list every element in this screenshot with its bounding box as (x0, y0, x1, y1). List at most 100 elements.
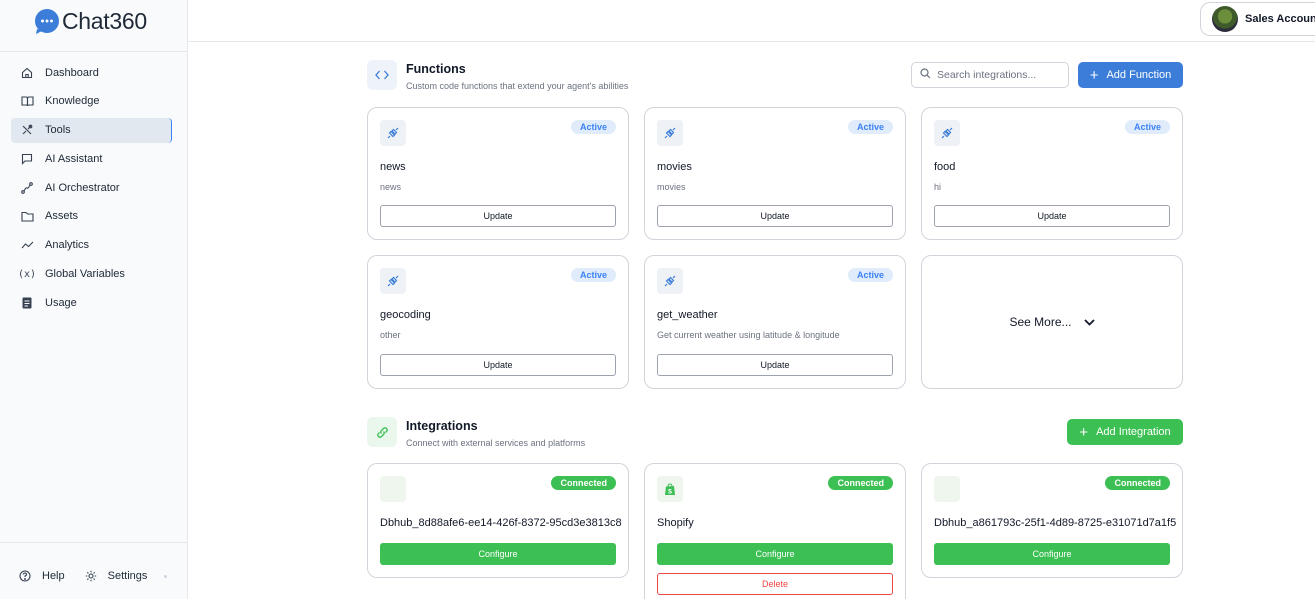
function-card-food: Active food hi Update (921, 107, 1183, 240)
sidebar-item-dashboard[interactable]: Dashboard (11, 60, 172, 85)
plus-icon: + (1079, 423, 1089, 441)
divider (0, 542, 187, 543)
chat-logo-icon (33, 7, 61, 35)
gear-icon (85, 570, 97, 582)
sidebar-item-label: Usage (45, 296, 77, 309)
status-badge: Active (570, 268, 616, 282)
functions-subtitle: Custom code functions that extend your a… (406, 81, 629, 91)
function-name: geocoding (380, 309, 431, 321)
sidebar-item-label: AI Assistant (45, 152, 103, 165)
help-link[interactable]: Help (19, 570, 65, 582)
trend-icon (20, 238, 34, 252)
integration-card-dbhub-1: Connected Dbhub_8d88afe6-ee14-426f-8372-… (367, 463, 629, 578)
function-card-get-weather: Active get_weather Get current weather u… (644, 255, 906, 389)
shopify-icon: S (657, 476, 683, 502)
see-more-label: See More... (1009, 315, 1072, 329)
add-integration-label: Add Integration (1096, 426, 1171, 438)
update-button[interactable]: Update (657, 205, 893, 227)
configure-button[interactable]: Configure (657, 543, 893, 565)
sidebar-item-label: AI Orchestrator (45, 181, 120, 194)
configure-button[interactable]: Configure (934, 543, 1170, 565)
sidebar-item-knowledge[interactable]: Knowledge (11, 89, 172, 114)
doc-icon (20, 296, 34, 310)
integration-name: Dbhub_8d88afe6-ee14-426f-8372-95cd3e3813… (380, 517, 622, 529)
function-card-news: Active news news Update (367, 107, 629, 240)
sidebar-item-ai-assistant[interactable]: AI Assistant (11, 146, 172, 171)
function-description: movies (657, 182, 686, 192)
add-function-button[interactable]: + Add Function (1078, 62, 1183, 88)
plug-icon (934, 120, 960, 146)
search-box[interactable] (911, 62, 1069, 88)
add-integration-button[interactable]: + Add Integration (1067, 419, 1183, 445)
configure-button[interactable]: Configure (380, 543, 616, 565)
function-description: news (380, 182, 402, 192)
integration-name: Dbhub_a861793c-25f1-4d89-8725-e31071d7a1… (934, 517, 1177, 529)
home-icon (20, 66, 34, 80)
sidebar-nav: Dashboard Knowledge Tools AI Assistant A… (11, 60, 172, 319)
variable-icon: (x) (17, 268, 37, 280)
chat-icon (20, 152, 34, 166)
account-switcher[interactable]: Sales Account (1200, 2, 1315, 36)
update-button[interactable]: Update (657, 354, 893, 376)
integrations-subtitle: Connect with external services and platf… (406, 438, 586, 448)
settings-link[interactable]: Settings (85, 570, 148, 582)
tools-icon (20, 123, 34, 137)
status-badge: Connected (551, 476, 616, 490)
plus-icon: + (1089, 66, 1099, 84)
status-badge: Connected (1105, 476, 1170, 490)
status-badge: Active (1124, 120, 1170, 134)
function-name: get_weather (657, 309, 718, 321)
sidebar: Chat360 Dashboard Knowledge Tools AI Ass… (0, 0, 188, 599)
sidebar-item-label: Global Variables (45, 268, 125, 281)
sidebar-footer: Help Settings (19, 570, 168, 582)
code-icon (367, 60, 397, 90)
status-badge: Active (570, 120, 616, 134)
brand-logo[interactable]: Chat360 (33, 6, 147, 36)
help-label: Help (42, 570, 65, 582)
plug-icon (380, 120, 406, 146)
sidebar-item-analytics[interactable]: Analytics (11, 233, 172, 258)
function-description: other (380, 330, 401, 340)
sidebar-item-global-variables[interactable]: (x) Global Variables (11, 262, 172, 287)
function-name: news (380, 161, 406, 173)
help-icon (19, 570, 31, 582)
plug-icon (657, 120, 683, 146)
update-button[interactable]: Update (380, 205, 616, 227)
workflow-icon (20, 181, 34, 195)
sidebar-item-usage[interactable]: Usage (11, 290, 172, 315)
status-badge: Active (847, 268, 893, 282)
settings-label: Settings (107, 570, 148, 582)
update-button[interactable]: Update (934, 205, 1170, 227)
integrations-title: Integrations (406, 419, 478, 433)
brand-name: Chat360 (62, 7, 147, 34)
folder-icon (20, 209, 34, 223)
sidebar-item-tools[interactable]: Tools (11, 117, 172, 143)
integration-card-shopify: S Connected Shopify Configure Delete (644, 463, 906, 599)
functions-title: Functions (406, 62, 466, 76)
function-card-geocoding: Active geocoding other Update (367, 255, 629, 389)
update-button[interactable]: Update (380, 354, 616, 376)
sidebar-item-label: Assets (45, 210, 79, 223)
add-function-label: Add Function (1106, 69, 1172, 81)
database-icon (380, 476, 406, 502)
integration-card-dbhub-2: Connected Dbhub_a861793c-25f1-4d89-8725-… (921, 463, 1183, 578)
sidebar-item-label: Knowledge (45, 95, 100, 108)
see-more-card[interactable]: See More... (921, 255, 1183, 389)
sidebar-item-assets[interactable]: Assets (11, 204, 172, 229)
plug-icon (657, 268, 683, 294)
collapse-dot-icon[interactable] (164, 574, 168, 578)
search-input[interactable] (937, 69, 1057, 81)
function-name: food (934, 161, 956, 173)
svg-text:S: S (668, 488, 672, 495)
integration-name: Shopify (657, 517, 694, 529)
sidebar-item-ai-orchestrator[interactable]: AI Orchestrator (11, 175, 172, 200)
delete-button[interactable]: Delete (657, 573, 893, 595)
book-icon (20, 94, 34, 108)
status-badge: Active (847, 120, 893, 134)
function-description: hi (934, 182, 942, 192)
sidebar-item-label: Tools (45, 124, 71, 137)
function-description: Get current weather using latitude & lon… (657, 330, 840, 340)
function-card-movies: Active movies movies Update (644, 107, 906, 240)
sidebar-item-label: Analytics (45, 239, 90, 252)
divider (0, 51, 187, 52)
